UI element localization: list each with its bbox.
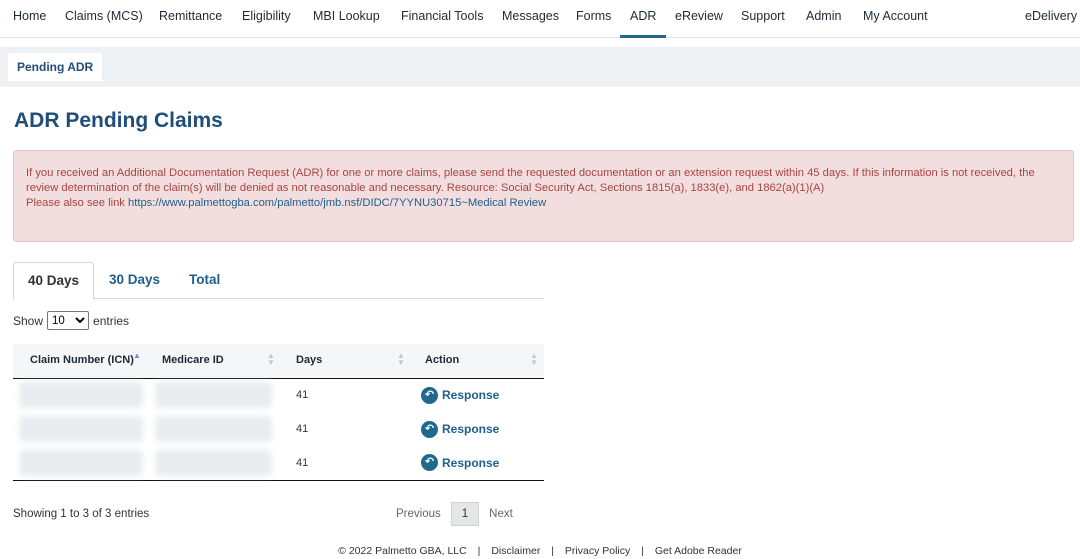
nav-forms[interactable]: Forms [576,9,611,23]
redacted-claim-number [19,382,143,409]
col-medicare-id-label: Medicare ID [162,354,224,366]
response-label: Response [442,422,500,436]
nav-mbi-lookup[interactable]: MBI Lookup [313,9,380,23]
response-label: Response [442,388,500,403]
nav-messages[interactable]: Messages [502,9,559,23]
footer-separator: | [551,545,554,557]
cell-claim-number [13,378,149,412]
alert-text: If you received an Additional Documentat… [26,167,1035,194]
sub-nav: Pending ADR [0,47,1080,87]
response-label: Response [442,455,500,470]
sort-icon: ▲ ▼ [530,351,538,367]
col-medicare-id[interactable]: Medicare ID ▲ ▼ [149,344,285,379]
adr-claims-table: Claim Number (ICN) ▲ Medicare ID ▲ ▼ Days… [13,344,544,481]
col-action[interactable]: Action ▲ ▼ [411,344,544,379]
response-button[interactable]: ↶ Response [421,454,500,472]
table-info: Showing 1 to 3 of 3 entries [13,508,150,520]
reply-icon: ↶ [421,420,438,438]
subnav-tab-pending-adr[interactable]: Pending ADR [8,53,103,81]
nav-active-indicator [620,35,666,38]
response-button[interactable]: ↶ Response [421,386,500,404]
table-row: 41 ↶ Response [13,378,544,412]
nav-adr[interactable]: ADR [630,9,656,23]
nav-edelivery[interactable]: eDelivery [1025,9,1077,23]
redacted-claim-number [19,416,143,442]
top-nav: Home Claims (MCS) Remittance Eligibility… [0,0,1080,38]
cell-claim-number [13,446,149,481]
sort-icon: ▲ ▼ [397,351,405,367]
show-label: Show [13,313,44,328]
adr-alert: If you received an Additional Documentat… [13,150,1074,242]
footer-adobe-link[interactable]: Get Adobe Reader [655,545,742,557]
previous-button[interactable]: Previous [386,502,451,526]
table-row: 41 ↶ Response [13,446,544,481]
footer-disclaimer-link[interactable]: Disclaimer [491,545,540,557]
page-title: ADR Pending Claims [14,109,223,132]
redacted-medicare-id [155,416,272,442]
page-1-button[interactable]: 1 [450,502,480,526]
nav-home[interactable]: Home [13,9,46,23]
nav-admin[interactable]: Admin [806,9,841,23]
footer-separator: | [641,545,644,557]
cell-claim-number [13,412,149,446]
entries-select[interactable]: 10 [47,311,90,330]
cell-days: 41 [296,423,309,435]
cell-days: 41 [296,389,309,402]
redacted-medicare-id [155,449,272,476]
pagination: Previous 1 Next [386,502,523,526]
nav-claims-mcs[interactable]: Claims (MCS) [65,9,143,23]
alert-link-prefix: Please also see link [26,197,128,209]
entries-label: entries [93,313,130,328]
sort-icon: ▲ ▼ [267,351,275,367]
cell-medicare-id [149,412,285,446]
nav-my-account[interactable]: My Account [863,9,928,23]
table-row: 41 ↶ Response [13,412,544,446]
cell-action: ↶ Response [411,412,544,446]
col-claim-number[interactable]: Claim Number (ICN) ▲ [13,344,149,379]
nav-ereview[interactable]: eReview [675,9,723,23]
sort-asc-icon: ▲ [133,351,141,360]
tab-total[interactable]: Total [175,262,234,299]
cell-action: ↶ Response [411,446,544,481]
medical-review-link[interactable]: https://www.palmettogba.com/palmetto/jmb… [128,197,546,209]
reply-icon: ↶ [421,454,438,472]
footer-privacy-link[interactable]: Privacy Policy [565,545,630,557]
col-days-label: Days [296,354,323,366]
col-days[interactable]: Days ▲ ▼ [285,344,411,379]
nav-remittance[interactable]: Remittance [159,9,222,23]
footer-copyright: © 2022 Palmetto GBA, LLC [338,545,467,557]
reply-icon: ↶ [421,386,438,404]
tab-40-days[interactable]: 40 Days [13,262,95,300]
nav-support[interactable]: Support [741,9,785,23]
nav-financial-tools[interactable]: Financial Tools [401,9,483,23]
cell-medicare-id [149,446,285,481]
footer: © 2022 Palmetto GBA, LLC | Disclaimer | … [0,545,1080,557]
footer-separator: | [477,545,481,557]
next-button[interactable]: Next [479,502,523,526]
days-tabs: 40 Days 30 Days Total [13,262,544,300]
redacted-medicare-id [155,382,272,409]
tab-30-days[interactable]: 30 Days [95,262,174,299]
cell-medicare-id [149,378,285,412]
redacted-claim-number [19,449,143,476]
nav-eligibility[interactable]: Eligibility [242,9,291,23]
col-action-label: Action [425,354,460,366]
cell-days: 41 [285,446,411,481]
response-button[interactable]: ↶ Response [421,420,500,438]
length-control: Show 10 entries [13,311,129,330]
col-claim-number-label: Claim Number (ICN) [30,354,134,366]
cell-action: ↶ Response [411,378,544,412]
